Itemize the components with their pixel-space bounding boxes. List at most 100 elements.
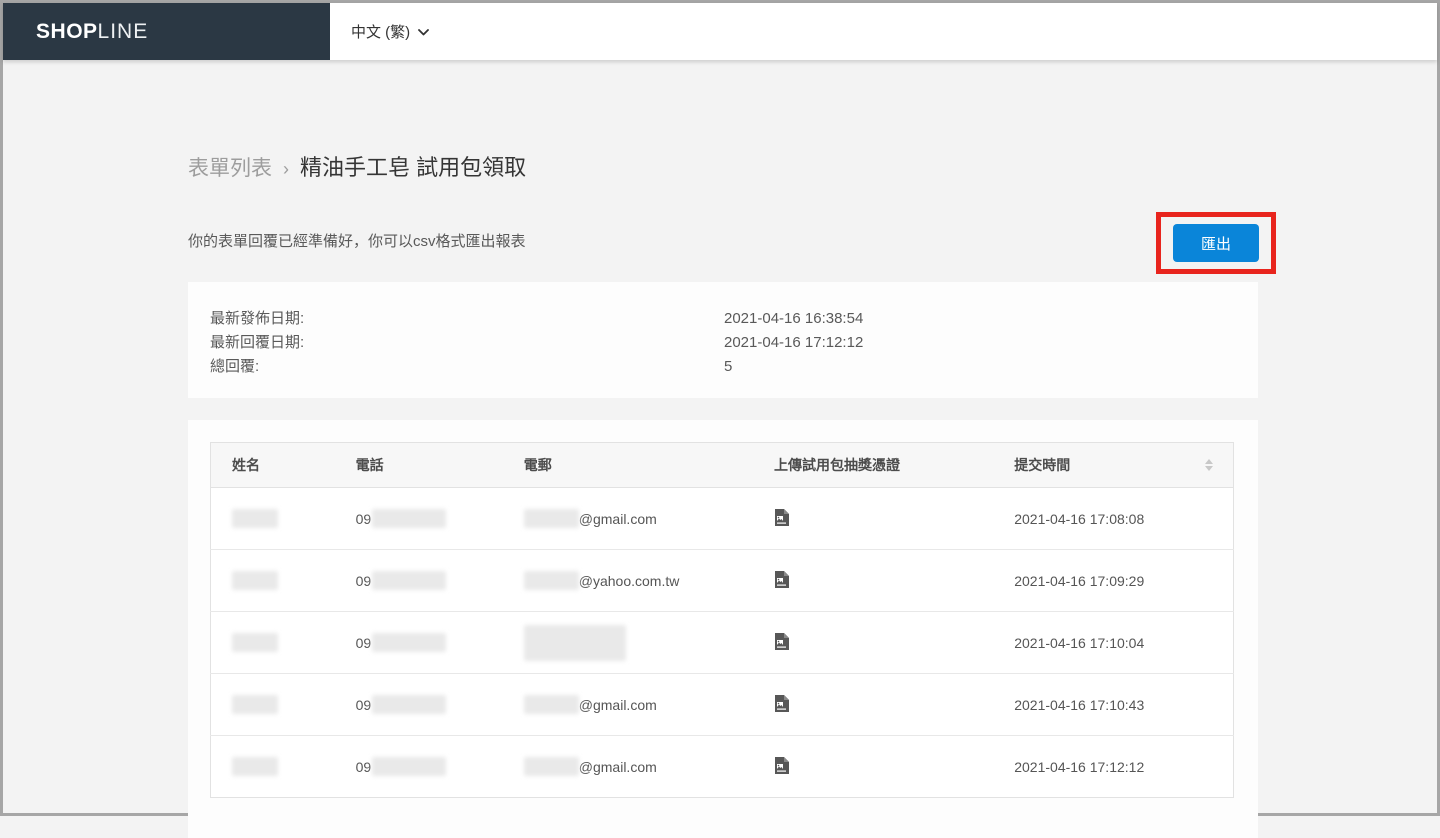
submit-timestamp: 2021-04-16 17:10:43 [1014,696,1145,713]
shopline-logo: SHOPLINE [36,19,149,44]
email-domain: @gmail.com [578,510,657,527]
breadcrumb-form-list-link[interactable]: 表單列表 [188,152,272,182]
phone-prefix: 09 [355,572,372,589]
cell-upload-proof [753,673,994,736]
summary-label: 最新回覆日期: [210,334,305,351]
table-row: 09 @gmail.com 2021-04-16 17:12:12 [211,736,1234,798]
phone-prefix: 09 [355,510,372,527]
table-row: 09 @yahoo.com.tw 2021-04-16 17:09:29 [210,549,1234,612]
email-domain: @gmail.com [578,696,657,713]
email-domain: @yahoo.com.tw [578,572,680,589]
redacted-phone [372,757,447,776]
table-row: 09 @gmail.com 2021-04-16 17:08:08 [210,487,1234,550]
red-annotation-highlight: 匯出 [1156,212,1276,274]
column-header-email: 電郵 [502,442,753,488]
summary-value: 2021-04-16 17:12:12 [724,334,864,351]
redacted-phone [372,695,447,714]
cell-submit-time: 2021-04-16 17:09:29 [993,549,1234,612]
redacted-phone [372,633,447,652]
cell-email: @yahoo.com.tw [502,549,753,612]
file-image-icon[interactable] [774,570,789,588]
summary-row-last-response: 最新回覆日期: 2021-04-16 17:12:12 [210,331,1258,355]
page-title: 精油手工皂 試用包領取 [300,155,527,180]
redacted-name [232,695,278,714]
redacted-email-prefix [523,757,579,776]
logo-text-bold: SH [36,19,67,43]
topbar: SHOPLINE 中文 (繁) [3,3,1437,60]
cell-submit-time: 2021-04-16 17:10:43 [993,673,1234,736]
summary-value: 5 [724,358,733,375]
redacted-name [232,509,278,528]
redacted-email-prefix [523,509,579,528]
logo-o-swirl [73,28,80,35]
cell-name [210,673,335,736]
table-row: 09 @gmail.com 2021-04-16 17:10:43 [210,673,1234,736]
redacted-email-prefix [523,695,579,714]
table-row: 09 2021-04-16 17:10:04 [210,611,1234,674]
cell-phone: 09 [334,549,503,612]
cell-phone: 09 [334,611,503,674]
cell-phone: 09 [334,487,503,550]
summary-panel: 最新發佈日期: 2021-04-16 16:38:54 最新回覆日期: 2021… [188,282,1258,398]
column-header-phone: 電話 [334,442,503,488]
column-header-upload-proof: 上傳試用包抽獎憑證 [753,442,994,488]
cell-submit-time: 2021-04-16 17:08:08 [993,487,1234,550]
redacted-phone [372,571,447,590]
summary-label: 最新發佈日期: [210,310,305,327]
cell-email [502,611,753,674]
cell-submit-time: 2021-04-16 17:10:04 [993,611,1234,674]
redacted-name [232,633,278,652]
cell-phone: 09 [335,736,503,798]
sort-toggle-icon[interactable] [1205,459,1213,471]
email-domain: @gmail.com [578,758,657,775]
file-image-icon[interactable] [774,508,789,526]
responses-panel: 姓名 電話 電郵 上傳試用包抽獎憑證 提交時間 09 @gmail.com 20… [188,420,1258,838]
submit-timestamp: 2021-04-16 17:08:08 [1014,510,1145,527]
topbar-brand-area: SHOPLINE [3,3,330,60]
cell-name [210,487,335,550]
logo-text-light: LINE [97,19,149,43]
export-ready-description: 你的表單回覆已經準備好，你可以csv格式匯出報表 [188,233,526,250]
cell-phone: 09 [334,673,503,736]
phone-prefix: 09 [355,758,372,775]
cell-email: @gmail.com [502,673,753,736]
submit-timestamp: 2021-04-16 17:10:04 [1014,634,1145,651]
summary-row-published: 最新發佈日期: 2021-04-16 16:38:54 [210,307,1258,331]
cell-submit-time: 2021-04-16 17:12:12 [993,736,1233,798]
table-header-row: 姓名 電話 電郵 上傳試用包抽獎憑證 提交時間 [210,442,1234,488]
cell-name [210,611,335,674]
cell-upload-proof [753,736,993,798]
summary-value: 2021-04-16 16:38:54 [724,310,864,327]
cell-upload-proof [753,611,994,674]
language-selector-label: 中文 (繁) [351,24,411,41]
column-header-name: 姓名 [210,442,335,488]
file-image-icon[interactable] [774,632,789,650]
cell-upload-proof [753,487,994,550]
redacted-phone [372,509,447,528]
responses-table: 姓名 電話 電郵 上傳試用包抽獎憑證 提交時間 09 @gmail.com 20… [210,442,1234,798]
cell-name [211,736,335,798]
cell-name [210,549,335,612]
redacted-name [232,757,278,776]
language-selector[interactable]: 中文 (繁) [330,3,430,60]
chevron-down-icon [418,23,430,41]
cell-upload-proof [753,549,994,612]
breadcrumb: 表單列表 › 精油手工皂 試用包領取 [188,150,526,182]
redacted-email-prefix [523,571,579,590]
export-button[interactable]: 匯出 [1173,224,1259,262]
logo-o-mark: O [66,20,83,44]
column-header-submit-time: 提交時間 [993,442,1234,488]
main-content: 表單列表 › 精油手工皂 試用包領取 你的表單回覆已經準備好，你可以csv格式匯… [3,60,1437,838]
redacted-name [232,571,278,590]
summary-label: 總回覆: [210,358,260,375]
cell-email: @gmail.com [502,487,753,550]
submit-timestamp: 2021-04-16 17:09:29 [1014,572,1145,589]
screenshot-root: { "topbar": { "logo_bold": "SH", "logo_o… [0,0,1440,838]
file-image-icon[interactable] [774,694,789,712]
phone-prefix: 09 [355,696,372,713]
breadcrumb-separator: › [283,159,289,179]
submit-timestamp: 2021-04-16 17:12:12 [1014,758,1145,775]
phone-prefix: 09 [355,634,372,651]
summary-row-total-responses: 總回覆: 5 [210,355,1258,379]
file-image-icon[interactable] [774,756,789,774]
